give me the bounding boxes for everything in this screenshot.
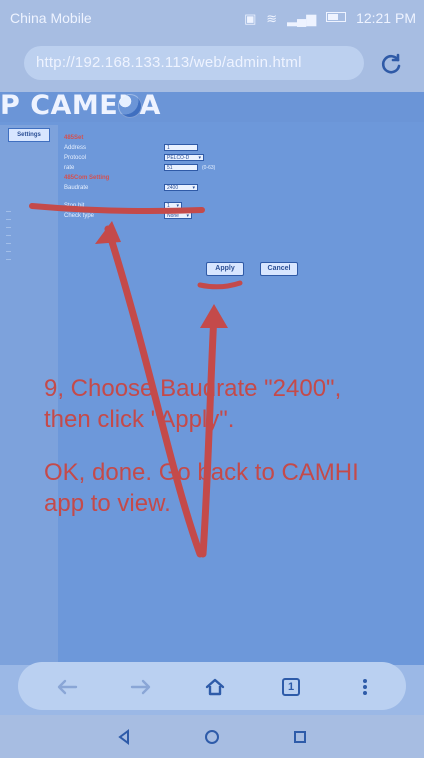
reload-icon[interactable]	[376, 48, 406, 78]
instruction-line-2: then click "Apply".	[44, 406, 235, 433]
tabs-icon[interactable]: 1	[278, 676, 304, 698]
browser-address-area: http://192.168.133.113/web/admin.html	[0, 36, 424, 92]
instructions: 9, Choose Baudrate "2400", then click "A…	[44, 373, 404, 519]
back-arrow-icon[interactable]	[54, 676, 80, 698]
nav-home-icon[interactable]	[200, 727, 224, 747]
nav-back-icon[interactable]	[112, 727, 136, 747]
system-nav-bar	[0, 715, 424, 758]
url-text[interactable]: http://192.168.133.113/web/admin.html	[36, 54, 302, 71]
instruction-line-3: OK, done. Go back to CAMHI	[44, 459, 359, 486]
instruction-line-1: 9, Choose Baudrate "2400",	[44, 375, 342, 402]
baudrate-underline	[29, 203, 205, 214]
time-label: 12:21 PM	[356, 10, 416, 26]
wifi-icon: ≋	[266, 11, 278, 26]
signal-icon: ▂▄▆	[287, 11, 317, 26]
battery-icon	[326, 12, 347, 22]
status-bar: China Mobile ▣ ≋ ▂▄▆ 12:21 PM	[0, 0, 424, 36]
forward-arrow-icon[interactable]	[128, 676, 154, 698]
carrier-label: China Mobile	[10, 10, 92, 26]
tabs-count: 1	[282, 678, 300, 696]
apply-underline	[197, 280, 243, 290]
more-vert-icon[interactable]	[352, 676, 378, 698]
status-right: ▣ ≋ ▂▄▆ 12:21 PM	[244, 10, 416, 27]
hd-icon: ▣	[244, 11, 257, 26]
url-bar[interactable]: http://192.168.133.113/web/admin.html	[24, 46, 364, 80]
nav-recent-icon[interactable]	[288, 727, 312, 747]
home-icon[interactable]	[202, 676, 228, 698]
instruction-line-4: app to view.	[44, 490, 171, 517]
